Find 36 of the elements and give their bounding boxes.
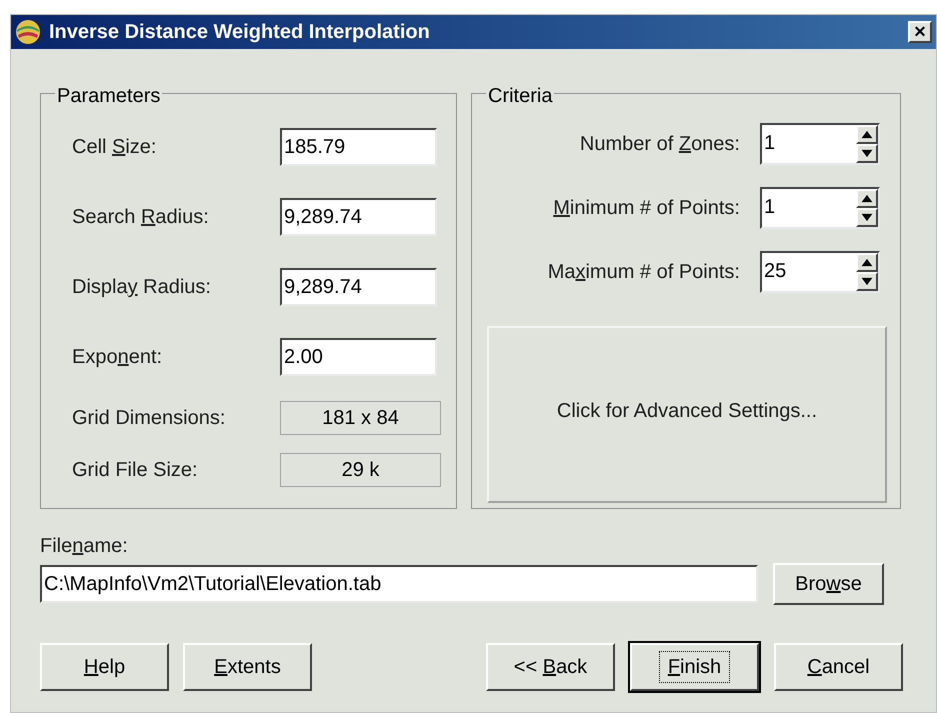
dialog-button[interactable]: Help: [40, 643, 169, 691]
spinner-field[interactable]: 1: [760, 187, 880, 229]
dialog-button[interactable]: Extents: [183, 643, 312, 691]
app-logo-icon: [15, 19, 41, 45]
field-label: Minimum # of Points:: [553, 196, 740, 221]
field-label: Number of Zones:: [580, 132, 740, 157]
number-field[interactable]: 2.00: [280, 338, 437, 376]
advanced-settings-button[interactable]: Click for Advanced Settings...: [487, 326, 887, 503]
spin-up-icon[interactable]: [856, 253, 878, 272]
number-field[interactable]: 185.79: [280, 128, 437, 166]
field-label: Maximum # of Points:: [548, 260, 740, 285]
spin-down-icon[interactable]: [856, 144, 878, 163]
spin-down-icon[interactable]: [856, 272, 878, 291]
spin-up-icon[interactable]: [856, 125, 878, 144]
filename-field[interactable]: C:\MapInfo\Vm2\Tutorial\Elevation.tab: [40, 565, 758, 603]
browse-button[interactable]: Browse: [773, 563, 884, 605]
spin-down-icon[interactable]: [856, 208, 878, 227]
dialog-button[interactable]: Finish: [630, 643, 759, 691]
window-title: Inverse Distance Weighted Interpolation: [49, 20, 431, 45]
dialog-button[interactable]: << Back: [486, 643, 615, 691]
readout-field: 29 k: [280, 453, 441, 487]
number-field[interactable]: 9,289.74: [280, 198, 437, 236]
field-label: Search Radius:: [72, 205, 210, 230]
close-button[interactable]: ×: [908, 21, 932, 43]
spinner-field[interactable]: 25: [760, 251, 880, 293]
field-label: Grid Dimensions:: [72, 406, 226, 431]
field-label: Cell Size:: [72, 135, 158, 160]
readout-field: 181 x 84: [280, 401, 441, 435]
spin-up-icon[interactable]: [856, 189, 878, 208]
filename-label: Filename:: [40, 534, 129, 559]
number-field[interactable]: 9,289.74: [280, 268, 437, 306]
spinner-field[interactable]: 1: [760, 123, 880, 165]
field-label: Display Radius:: [72, 275, 212, 300]
field-label: Exponent:: [72, 345, 164, 370]
field-label: Grid File Size:: [72, 458, 199, 483]
dialog-button[interactable]: Cancel: [774, 643, 903, 691]
